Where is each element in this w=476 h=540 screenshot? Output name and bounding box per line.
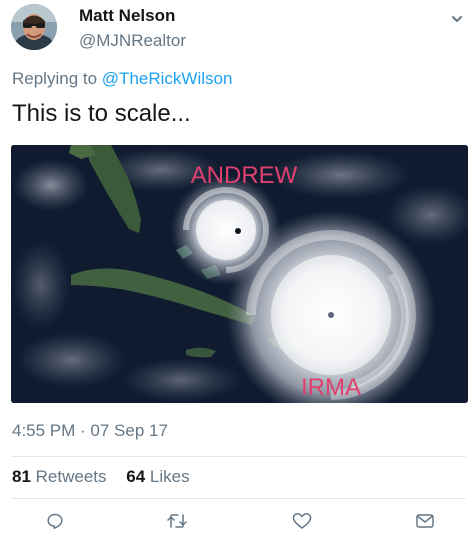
hurricane-satellite-image: ANDREW IRMA	[11, 145, 468, 403]
avatar[interactable]	[11, 4, 57, 50]
action-bar	[0, 509, 476, 533]
tweet-text: This is to scale...	[12, 100, 191, 127]
reply-button[interactable]	[42, 509, 68, 533]
retweets-count: 81	[12, 467, 31, 486]
likes-stat[interactable]: 64 Likes	[126, 467, 189, 487]
message-icon	[416, 514, 434, 528]
message-button[interactable]	[412, 509, 438, 533]
like-icon	[292, 513, 312, 529]
irma-label: IRMA	[301, 374, 361, 401]
handle[interactable]: @MJNRealtor	[79, 31, 429, 51]
chevron-down-icon[interactable]	[450, 12, 464, 26]
avatar-image	[11, 4, 57, 50]
retweets-label: Retweets	[35, 467, 107, 486]
likes-label: Likes	[149, 467, 190, 486]
replying-to-handle-link[interactable]: @TheRickWilson	[102, 69, 233, 88]
display-name[interactable]: Matt Nelson	[79, 6, 429, 26]
divider-top	[12, 456, 466, 457]
tweet-media-image[interactable]: ANDREW IRMA	[11, 145, 468, 403]
retweets-stat[interactable]: 81 Retweets	[12, 467, 107, 487]
andrew-label: ANDREW	[191, 162, 298, 189]
replying-to-label: Replying to	[12, 69, 98, 88]
engagement-stats: 81 Retweets 64 Likes	[12, 467, 190, 487]
divider-bottom	[12, 498, 466, 499]
retweet-icon	[167, 514, 187, 528]
reply-icon	[47, 513, 63, 529]
tweet-header: Matt Nelson @MJNRealtor	[79, 6, 429, 51]
replying-to: Replying to @TheRickWilson	[12, 69, 232, 89]
like-button[interactable]	[289, 509, 315, 533]
retweet-button[interactable]	[164, 509, 190, 533]
timestamp[interactable]: 4:55 PM · 07 Sep 17	[12, 421, 168, 441]
likes-count: 64	[126, 467, 146, 486]
tweet: Matt Nelson @MJNRealtor Replying to @The…	[0, 0, 476, 540]
